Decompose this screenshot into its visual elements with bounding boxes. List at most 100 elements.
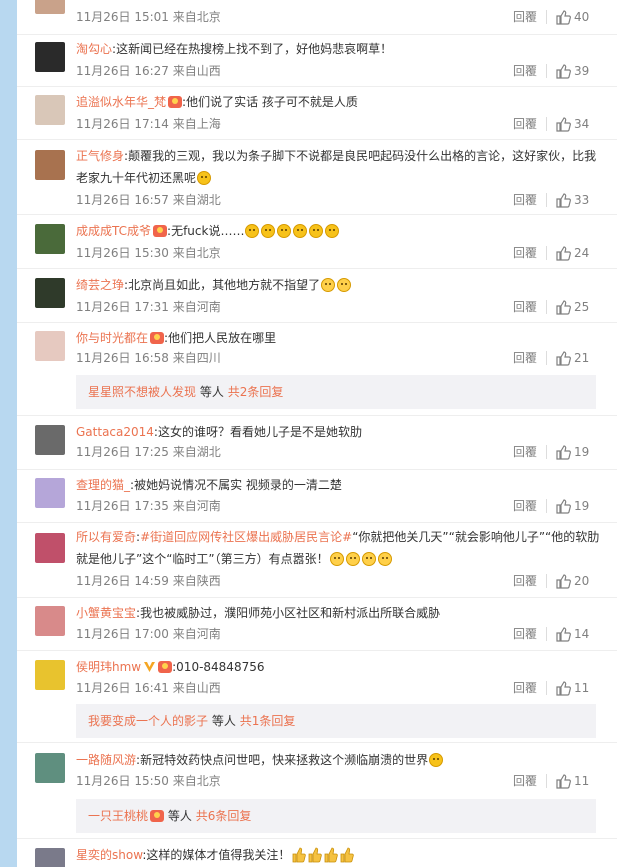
sub-reply-username[interactable]: 一只王桃桃 [88, 809, 148, 823]
sub-reply-username[interactable]: 星星照不想被人发现 [88, 385, 196, 399]
avatar[interactable] [35, 42, 65, 72]
like-button[interactable]: 11 [555, 772, 615, 790]
reply-button[interactable]: 回覆 [513, 191, 537, 209]
like-count: 33 [574, 193, 590, 207]
like-button[interactable]: 21 [555, 349, 615, 367]
sub-reply-more-link[interactable]: 共1条回复 [240, 714, 296, 728]
hashtag-link[interactable]: #街道回应网传社区爆出威胁居民言论# [140, 530, 352, 544]
divider [546, 10, 547, 24]
comment-text: 010-84848756 [176, 660, 265, 674]
thumbs-up-icon [556, 774, 571, 789]
avatar[interactable] [35, 478, 65, 508]
reply-button[interactable]: 回覆 [513, 298, 537, 316]
like-button[interactable]: 25 [555, 298, 615, 316]
member-badge-icon [158, 661, 173, 673]
avatar[interactable] [35, 0, 65, 14]
member-badge-icon [153, 225, 168, 237]
sub-reply-summary[interactable]: 星星照不想被人发现 等人 共2条回复 [76, 375, 596, 409]
sub-reply-username[interactable]: 我要变成一个人的影子 [88, 714, 208, 728]
avatar[interactable] [35, 150, 65, 180]
avatar[interactable] [35, 753, 65, 783]
like-count: 21 [574, 351, 590, 365]
comment-actions: 回覆 40 [507, 8, 617, 26]
comment-username[interactable]: 星奕的show [76, 848, 142, 862]
avatar[interactable] [35, 425, 65, 455]
like-button[interactable]: 19 [555, 443, 615, 461]
like-button[interactable]: 40 [555, 8, 615, 26]
comment-username[interactable]: 成成成TC成爷 [76, 224, 151, 238]
like-button[interactable]: 33 [555, 191, 615, 209]
reply-button[interactable]: 回覆 [513, 443, 537, 461]
avatar[interactable] [35, 95, 65, 125]
avatar[interactable] [35, 660, 65, 690]
upside-down-emoji-icon [293, 224, 308, 238]
comment-location: 来自上海 [172, 117, 221, 131]
comment-text: 我也被威胁过，濮阳师苑小区社区和新村派出所联合威胁 [140, 606, 441, 620]
reply-button[interactable]: 回覆 [513, 115, 537, 133]
comment-item: 正气修身:颠覆我的三观，我以为条子脚下不说都是良民吧起码没什么出格的言论，这好家… [17, 142, 617, 215]
comment-username[interactable]: 绮芸之琤 [76, 278, 124, 292]
reply-button[interactable]: 回覆 [513, 62, 537, 80]
comment-date: 11月26日 16:57 [76, 193, 169, 207]
comment-location: 来自湖北 [172, 445, 221, 459]
comment-username[interactable]: 所以有爱奇 [76, 530, 136, 544]
avatar[interactable] [35, 224, 65, 254]
reply-button[interactable]: 回覆 [513, 8, 537, 26]
thumbs-up-icon [556, 117, 571, 132]
comment-username[interactable]: 查理的猫_ [76, 478, 130, 492]
comment-username[interactable]: Gattaca2014 [76, 425, 154, 439]
like-count: 19 [574, 445, 590, 459]
like-button[interactable]: 39 [555, 62, 615, 80]
comment-username[interactable]: 一路随风游 [76, 753, 136, 767]
avatar[interactable] [35, 278, 65, 308]
comment-actions: 回覆 21 [507, 349, 617, 367]
reply-button[interactable]: 回覆 [513, 679, 537, 697]
comment-text: 无fuck说…… [171, 224, 245, 238]
comment-username[interactable]: 你与时光都在 [76, 331, 148, 345]
avatar[interactable] [35, 533, 65, 563]
comment-username[interactable]: 淘勾心 [76, 42, 112, 56]
like-button[interactable]: 20 [555, 572, 615, 590]
like-count: 14 [574, 627, 590, 641]
comment-username[interactable]: 追溢似水年华_梵 [76, 95, 166, 109]
avatar[interactable] [35, 606, 65, 636]
comment-actions: 回覆 14 [507, 625, 617, 643]
comment-item: 星奕的show:这样的媒体才值得我关注！ [17, 842, 617, 867]
reply-button[interactable]: 回覆 [513, 497, 537, 515]
sub-reply-more-link[interactable]: 共2条回复 [228, 385, 284, 399]
upside-down-emoji-icon [309, 224, 324, 238]
reply-button[interactable]: 回覆 [513, 244, 537, 262]
reply-button[interactable]: 回覆 [513, 349, 537, 367]
like-button[interactable]: 24 [555, 244, 615, 262]
comment-item: 查理的猫_:被她妈说情况不属实 视频录的一清二楚 11月26日 17:35 来自… [17, 472, 617, 523]
comment-username[interactable]: 小蟹黄宝宝 [76, 606, 136, 620]
sub-reply-more-link[interactable]: 共6条回复 [196, 809, 252, 823]
smirk-emoji-icon [197, 171, 212, 185]
comment-username[interactable]: 侯明玮hmw [76, 660, 141, 674]
reply-button[interactable]: 回覆 [513, 625, 537, 643]
like-button[interactable]: 19 [555, 497, 615, 515]
comment-date: 11月26日 17:00 [76, 627, 169, 641]
comment-text: 他们说了实话 孩子可不就是人质 [186, 95, 358, 109]
like-button[interactable]: 14 [555, 625, 615, 643]
avatar[interactable] [35, 331, 65, 361]
reply-button[interactable]: 回覆 [513, 572, 537, 590]
comment-body: 淘勾心:这新闻已经在热搜榜上找不到了，好他妈悲哀啊草！ [76, 42, 393, 56]
divider [546, 193, 547, 207]
avatar[interactable] [35, 848, 65, 867]
comment-meta: 11月26日 17:00 来自河南 [76, 625, 221, 643]
divider [546, 445, 547, 459]
sub-reply-summary[interactable]: 我要变成一个人的影子 等人 共1条回复 [76, 704, 596, 738]
comment-username[interactable]: 正气修身 [76, 149, 124, 163]
comment-actions: 回覆 33 [507, 191, 617, 209]
thumbs-up-icon [556, 574, 571, 589]
like-button[interactable]: 34 [555, 115, 615, 133]
reply-button[interactable]: 回覆 [513, 772, 537, 790]
comment-date: 11月26日 17:14 [76, 117, 169, 131]
like-button[interactable]: 11 [555, 679, 615, 697]
sub-reply-summary[interactable]: 一只王桃桃 等人 共6条回复 [76, 799, 596, 833]
divider [546, 246, 547, 260]
comment-location: 来自山西 [172, 681, 221, 695]
divider [546, 574, 547, 588]
comment-item: 一路随风游:新冠特效药快点问世吧，快来拯救这个濒临崩溃的世界 11月26日 15… [17, 747, 617, 839]
